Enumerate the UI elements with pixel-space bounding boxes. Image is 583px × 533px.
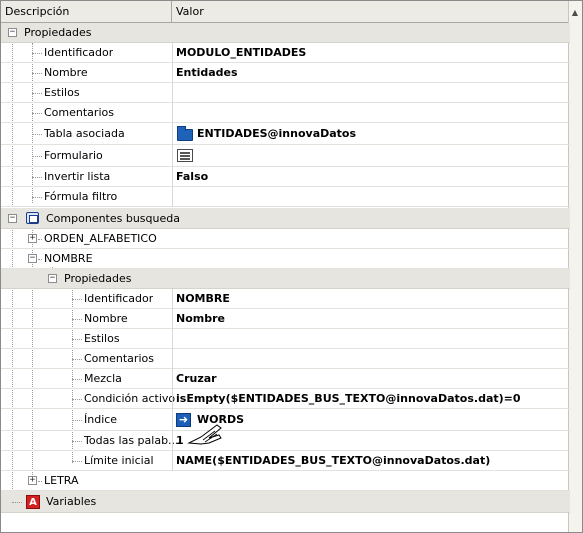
property-value[interactable]: [172, 187, 570, 207]
property-row[interactable]: Tabla asociada ENTIDADES@innovaDatos: [1, 123, 570, 145]
property-row[interactable]: Nombre Entidades: [1, 63, 570, 83]
property-label: Invertir lista: [44, 170, 111, 183]
property-row[interactable]: Comentarios: [1, 349, 570, 369]
property-label: Todas las palab...: [84, 434, 179, 447]
property-label: Nombre: [84, 312, 128, 325]
section-label: Variables: [46, 495, 97, 508]
property-label: Identificador: [84, 292, 154, 305]
property-row[interactable]: Índice ➜ WORDS: [1, 409, 570, 431]
property-row[interactable]: Todas las palab... 1: [1, 431, 570, 451]
property-value[interactable]: ENTIDADES@innovaDatos: [172, 123, 570, 145]
section-nombre-propiedades[interactable]: − Propiedades: [1, 269, 570, 289]
collapse-icon[interactable]: −: [8, 214, 17, 223]
tree-node-letra[interactable]: + LETRA: [1, 471, 570, 491]
property-value[interactable]: ➜ WORDS: [172, 409, 570, 431]
section-label: Componentes busqueda: [46, 212, 180, 225]
tree-node-label: LETRA: [44, 474, 79, 487]
section-label: Propiedades: [64, 272, 132, 285]
property-value[interactable]: isEmpty($ENTIDADES_BUS_TEXTO@innovaDatos…: [172, 389, 570, 409]
folder-icon: [177, 126, 193, 141]
form-icon[interactable]: [177, 149, 193, 162]
property-value[interactable]: Cruzar: [172, 369, 570, 389]
variables-icon: A: [26, 495, 40, 509]
property-row[interactable]: Formulario: [1, 145, 570, 167]
expand-icon[interactable]: +: [28, 476, 37, 485]
vertical-scrollbar[interactable]: ▲: [568, 1, 582, 532]
property-label: Nombre: [44, 66, 88, 79]
property-label: Estilos: [84, 332, 120, 345]
property-row[interactable]: Nombre Nombre: [1, 309, 570, 329]
property-label: Identificador: [44, 46, 114, 59]
property-grid: Descripción Valor ▲ − Propiedades Identi…: [0, 0, 583, 533]
property-label: Formulario: [44, 149, 103, 162]
property-row[interactable]: Fórmula filtro: [1, 187, 570, 207]
tree-node-label: NOMBRE: [44, 252, 93, 265]
column-header-descripcion[interactable]: Descripción: [1, 1, 172, 23]
property-label: Fórmula filtro: [44, 190, 118, 203]
section-variables[interactable]: A Variables: [1, 491, 570, 513]
expand-icon[interactable]: +: [28, 234, 37, 243]
property-value[interactable]: MODULO_ENTIDADES: [172, 43, 570, 63]
arrow-right-icon: ➜: [176, 413, 191, 427]
component-icon: [26, 212, 39, 224]
property-row[interactable]: Condición activo isEmpty($ENTIDADES_BUS_…: [1, 389, 570, 409]
property-value[interactable]: NOMBRE: [172, 289, 570, 309]
property-label: Mezcla: [84, 372, 122, 385]
property-label: Estilos: [44, 86, 80, 99]
property-value[interactable]: [172, 349, 570, 369]
grid-header: Descripción Valor: [1, 1, 582, 23]
scroll-up-arrow-icon[interactable]: ▲: [568, 5, 582, 19]
property-label: Comentarios: [84, 352, 154, 365]
property-value[interactable]: [172, 83, 570, 103]
property-value[interactable]: Falso: [172, 167, 570, 187]
property-label: Comentarios: [44, 106, 114, 119]
property-row[interactable]: Invertir lista Falso: [1, 167, 570, 187]
section-label: Propiedades: [24, 26, 92, 39]
column-header-valor[interactable]: Valor: [172, 1, 570, 23]
collapse-icon[interactable]: −: [8, 28, 17, 37]
collapse-icon[interactable]: −: [48, 274, 57, 283]
property-row[interactable]: Mezcla Cruzar: [1, 369, 570, 389]
property-value[interactable]: 1: [172, 431, 570, 451]
property-row[interactable]: Estilos: [1, 329, 570, 349]
tree-node-orden-alfabetico[interactable]: + ORDEN_ALFABETICO: [1, 229, 570, 249]
property-label: Límite inicial: [84, 454, 154, 467]
property-label: Índice: [84, 413, 118, 426]
property-value[interactable]: Nombre: [172, 309, 570, 329]
property-value[interactable]: Entidades: [172, 63, 570, 83]
property-value-text: ENTIDADES@innovaDatos: [197, 127, 357, 140]
property-row[interactable]: Identificador MODULO_ENTIDADES: [1, 43, 570, 63]
property-value[interactable]: [172, 145, 570, 167]
property-value-text: WORDS: [197, 413, 245, 426]
property-label: Tabla asociada: [44, 127, 125, 140]
property-value[interactable]: [172, 103, 570, 123]
tree-node-nombre[interactable]: − NOMBRE: [1, 249, 570, 269]
property-value[interactable]: [172, 329, 570, 349]
section-componentes-busqueda[interactable]: − Componentes busqueda: [1, 208, 570, 229]
collapse-icon[interactable]: −: [28, 254, 37, 263]
property-label: Condición activo: [84, 392, 176, 405]
property-row[interactable]: Comentarios: [1, 103, 570, 123]
tree-node-label: ORDEN_ALFABETICO: [44, 232, 157, 245]
property-row[interactable]: Límite inicial NAME($ENTIDADES_BUS_TEXTO…: [1, 451, 570, 471]
property-row[interactable]: Identificador NOMBRE: [1, 289, 570, 309]
property-row[interactable]: Estilos: [1, 83, 570, 103]
section-propiedades[interactable]: − Propiedades: [1, 23, 570, 43]
property-value[interactable]: NAME($ENTIDADES_BUS_TEXTO@innovaDatos.da…: [172, 451, 570, 471]
